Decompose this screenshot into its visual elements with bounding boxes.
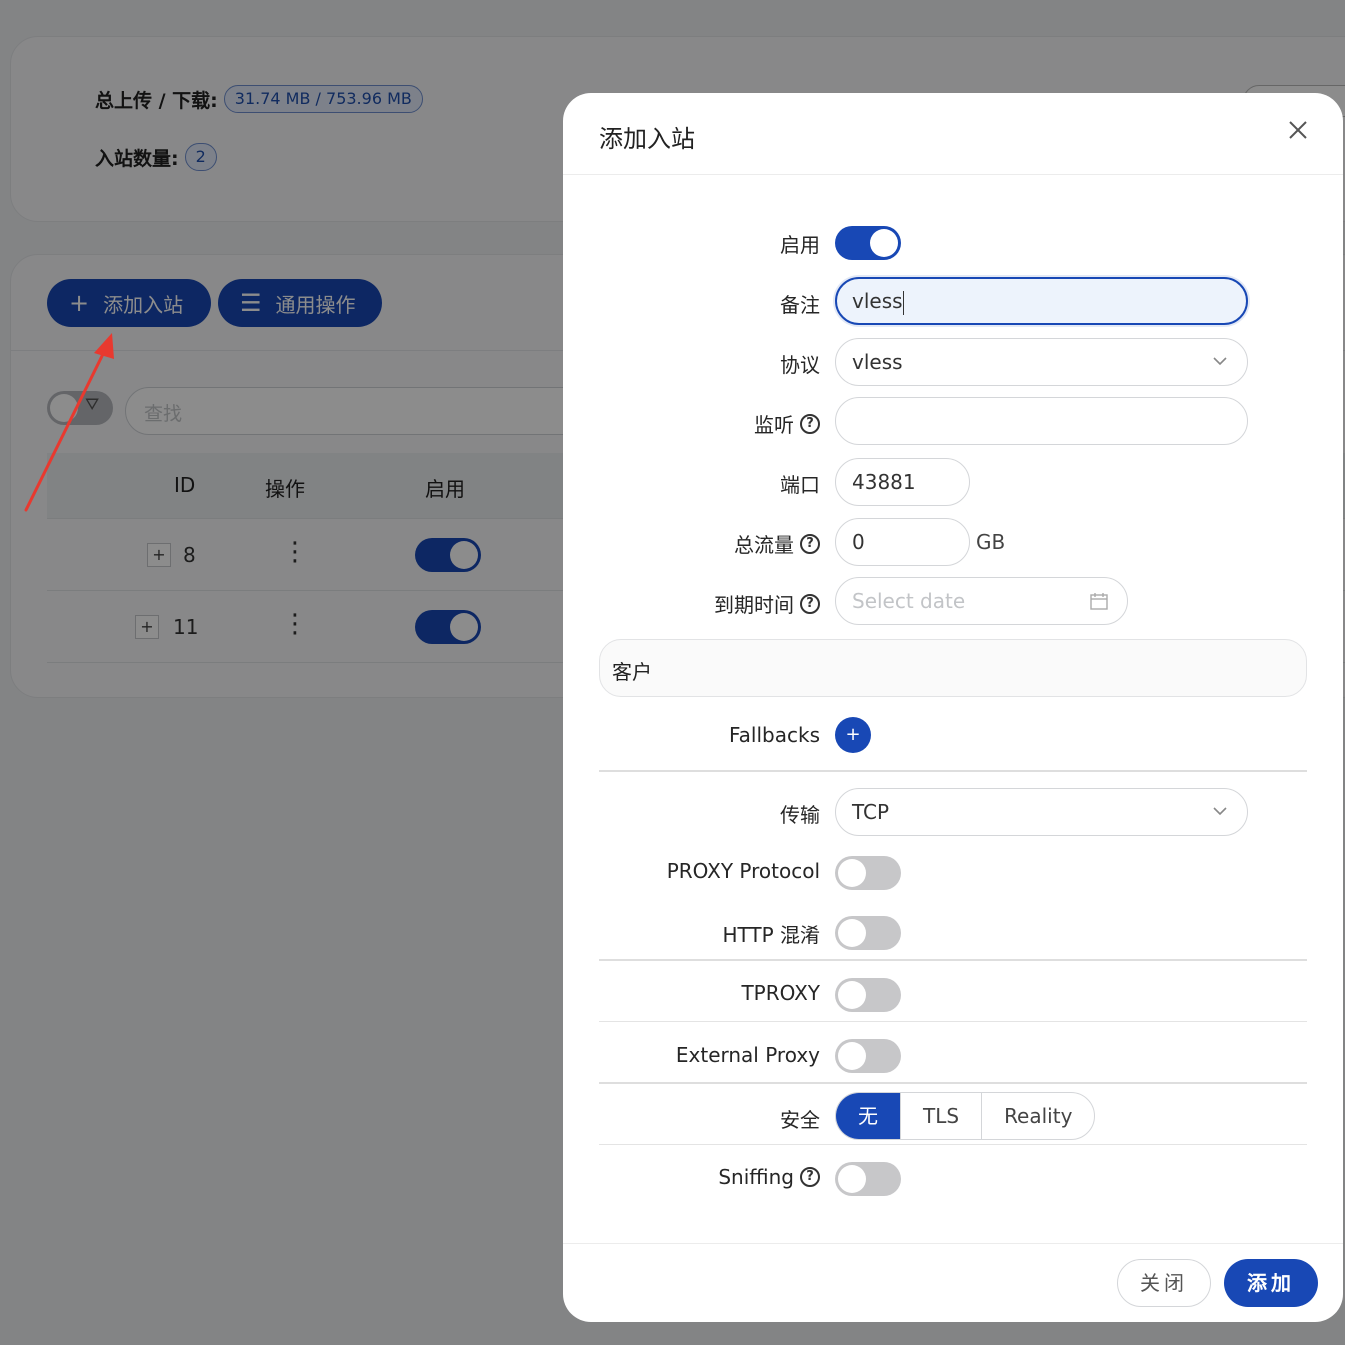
security-segmented: 无 TLS Reality <box>835 1092 1096 1140</box>
divider <box>599 1144 1307 1145</box>
total-traffic-input[interactable]: 0 <box>835 518 970 566</box>
transport-select[interactable]: TCP <box>835 788 1248 836</box>
external-proxy-toggle[interactable] <box>835 1039 901 1073</box>
http-obfs-toggle[interactable] <box>835 916 901 950</box>
modal-footer-divider <box>563 1243 1343 1244</box>
transport-label: 传输 <box>780 803 820 827</box>
expiry-placeholder: Select date <box>852 589 966 613</box>
add-inbound-modal: 添加入站 启用 备注 vless 协议 vless 监听? 端口 43881 总… <box>563 93 1343 1322</box>
toggle-knob <box>870 229 898 257</box>
chevron-down-icon <box>1213 357 1227 366</box>
toggle-knob <box>838 1165 866 1193</box>
remark-value: vless <box>852 289 903 313</box>
clients-label: 客户 <box>612 660 652 684</box>
modal-header: 添加入站 <box>563 93 1343 175</box>
protocol-label: 协议 <box>780 353 820 377</box>
security-option-none[interactable]: 无 <box>836 1093 900 1139</box>
toggle-knob <box>838 919 866 947</box>
divider <box>599 770 1307 772</box>
close-button[interactable]: 关闭 <box>1117 1259 1211 1307</box>
help-icon[interactable]: ? <box>800 533 820 554</box>
toggle-knob <box>838 859 866 887</box>
external-proxy-label: External Proxy <box>675 1043 820 1067</box>
http-obfs-label: HTTP 混淆 <box>722 923 820 947</box>
expiry-date-picker[interactable]: Select date <box>835 577 1128 625</box>
traffic-unit: GB <box>976 530 1006 554</box>
close-icon[interactable] <box>1283 115 1313 145</box>
security-label: 安全 <box>780 1108 820 1132</box>
tproxy-label: TPROXY <box>741 981 820 1005</box>
sniffing-toggle[interactable] <box>835 1162 901 1196</box>
divider <box>599 959 1307 961</box>
text-caret <box>902 290 904 315</box>
clients-collapse[interactable]: 客户 <box>599 639 1307 697</box>
enable-label: 启用 <box>780 233 820 257</box>
sniffing-label: Sniffing? <box>718 1165 820 1189</box>
toggle-knob <box>838 981 866 1009</box>
proxy-protocol-toggle[interactable] <box>835 856 901 890</box>
expiry-label: 到期时间? <box>714 589 820 618</box>
calendar-icon <box>1090 593 1108 610</box>
divider <box>599 1021 1307 1022</box>
help-icon[interactable]: ? <box>800 413 820 434</box>
toggle-knob <box>838 1042 866 1070</box>
enable-toggle[interactable] <box>835 226 901 260</box>
remark-label: 备注 <box>780 293 820 317</box>
protocol-value: vless <box>852 350 903 374</box>
port-value: 43881 <box>852 470 916 494</box>
port-input[interactable]: 43881 <box>835 458 970 506</box>
listen-input[interactable] <box>835 397 1248 445</box>
total-traffic-value: 0 <box>852 530 865 554</box>
chevron-down-icon <box>1213 807 1227 816</box>
modal-title: 添加入站 <box>599 125 695 153</box>
port-label: 端口 <box>780 473 820 497</box>
security-option-tls[interactable]: TLS <box>900 1093 981 1139</box>
tproxy-toggle[interactable] <box>835 978 901 1012</box>
divider <box>599 1082 1307 1084</box>
proxy-protocol-label: PROXY Protocol <box>666 859 820 883</box>
remark-input[interactable]: vless <box>835 277 1248 325</box>
add-fallback-button[interactable]: + <box>835 717 871 753</box>
security-option-reality[interactable]: Reality <box>981 1093 1094 1139</box>
fallbacks-label: Fallbacks <box>729 723 820 747</box>
protocol-select[interactable]: vless <box>835 338 1248 386</box>
help-icon[interactable]: ? <box>800 1167 820 1187</box>
listen-label: 监听? <box>754 409 820 438</box>
total-traffic-label: 总流量? <box>734 529 820 558</box>
help-icon[interactable]: ? <box>800 593 820 614</box>
transport-value: TCP <box>852 800 890 824</box>
add-button[interactable]: 添加 <box>1224 1259 1318 1307</box>
